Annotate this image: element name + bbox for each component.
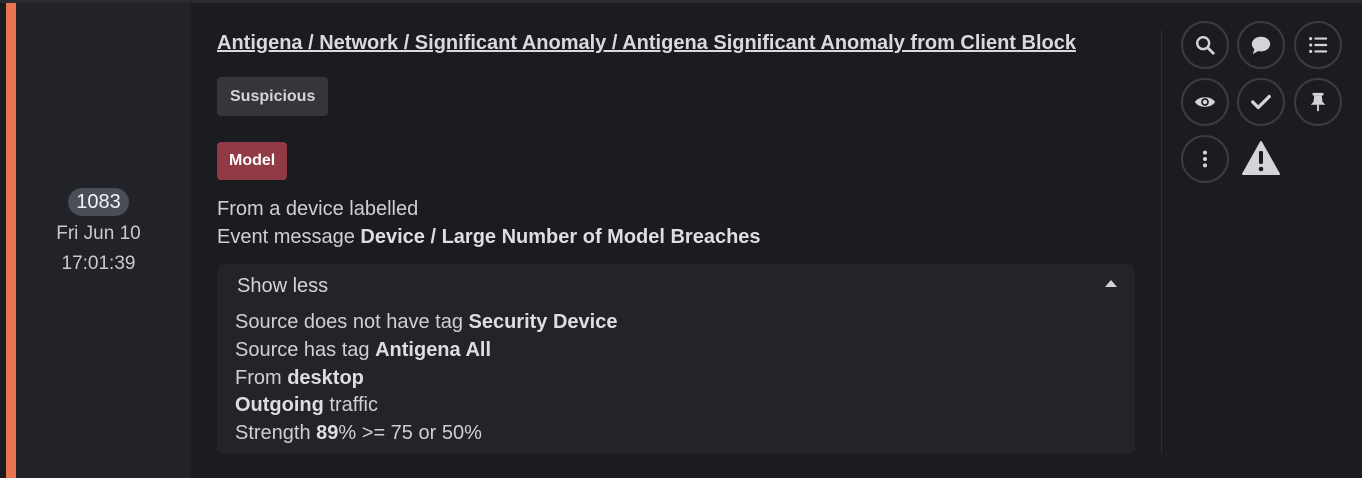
detail-line: Source has tag Antigena All <box>235 339 491 362</box>
detail-suffix: % >= 75 or 50% <box>338 422 482 444</box>
breach-card: 1083 Fri Jun 10 17:01:39 Antigena / Netw… <box>0 0 1362 478</box>
detail-prefix: Source has tag <box>235 339 376 361</box>
top-border <box>0 0 1362 3</box>
breach-date: Fri Jun 10 <box>56 223 141 244</box>
details-panel: Show less Source does not have tag Secur… <box>217 264 1135 454</box>
more-icon <box>1202 150 1208 168</box>
detail-suffix: traffic <box>323 394 378 416</box>
more-options-button[interactable] <box>1181 135 1229 183</box>
acknowledge-button[interactable] <box>1237 78 1285 126</box>
view-button[interactable] <box>1181 78 1229 126</box>
severity-accent-bar <box>6 3 16 478</box>
device-label-line: From a device labelled <box>217 198 419 220</box>
list-button[interactable] <box>1294 21 1342 69</box>
model-pill[interactable]: Model <box>217 142 288 180</box>
caret-up-icon[interactable] <box>1105 280 1117 287</box>
pin-icon <box>1310 92 1326 112</box>
eye-icon <box>1194 97 1216 107</box>
breach-count-badge: 1083 <box>68 188 129 216</box>
detail-prefix: Strength <box>235 422 317 444</box>
pin-button[interactable] <box>1294 78 1342 126</box>
detail-prefix: From <box>235 367 288 389</box>
model-title-link[interactable]: Antigena / Network / Significant Anomaly… <box>217 32 1076 55</box>
list-icon <box>1309 37 1328 53</box>
suspicious-tag[interactable]: Suspicious <box>217 77 329 116</box>
warning-icon[interactable] <box>1242 140 1280 176</box>
check-icon <box>1251 94 1271 110</box>
breach-time: 17:01:39 <box>61 253 136 274</box>
detail-value: Outgoing <box>235 394 324 416</box>
detail-prefix: Source does not have tag <box>235 311 469 333</box>
breach-meta: 1083 Fri Jun 10 17:01:39 <box>16 188 181 276</box>
search-button[interactable] <box>1181 21 1229 69</box>
detail-line: Outgoing traffic <box>235 394 378 417</box>
detail-value: desktop <box>287 367 364 389</box>
event-message-value: Device / Large Number of Model Breaches <box>360 226 761 248</box>
comment-icon <box>1251 36 1271 55</box>
detail-value: 89 <box>316 422 339 444</box>
detail-value: Antigena All <box>375 339 492 361</box>
event-message-line: Event message Device / Large Number of M… <box>217 226 761 249</box>
detail-line: Source does not have tag Security Device <box>235 311 617 334</box>
detail-value: Security Device <box>468 311 618 333</box>
detail-line: From desktop <box>235 367 364 390</box>
search-icon <box>1196 36 1215 55</box>
actions-divider <box>1161 30 1162 454</box>
show-less-toggle[interactable]: Show less <box>237 275 328 298</box>
detail-line: Strength 89% >= 75 or 50% <box>235 422 482 445</box>
comment-button[interactable] <box>1237 21 1285 69</box>
event-message-prefix: Event message <box>217 226 361 248</box>
